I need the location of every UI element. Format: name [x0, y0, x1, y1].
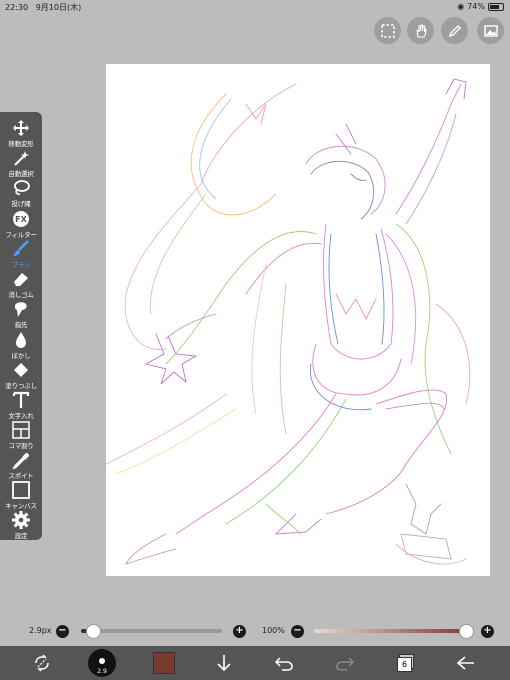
- tool-text[interactable]: 文字入れ: [0, 388, 42, 422]
- tool-blur[interactable]: ぼかし: [0, 328, 42, 362]
- layer-count: 6: [397, 657, 412, 672]
- move-icon: [13, 120, 29, 136]
- eye-icon: ◉: [457, 2, 465, 11]
- lasso-icon: [14, 180, 30, 195]
- status-time: 22:30: [5, 3, 29, 12]
- eraser-icon: [14, 273, 28, 286]
- status-date: 9月10日(木): [35, 3, 82, 12]
- pen-button[interactable]: [441, 17, 468, 44]
- gear-icon: [12, 511, 30, 529]
- tool-panel[interactable]: コマ割り: [0, 418, 42, 452]
- arrow-down-icon: [217, 655, 231, 672]
- status-bar: 22:30 9月10日(木) ◉ 74%: [0, 0, 510, 14]
- battery-percent: 74%: [467, 2, 485, 11]
- brush-preview-size: 2.9: [97, 668, 107, 675]
- brush-icon: [13, 240, 29, 256]
- magic-wand-icon: [14, 151, 29, 166]
- import-button[interactable]: [211, 650, 237, 676]
- redo-icon: [336, 657, 355, 671]
- transform-button[interactable]: [29, 650, 55, 676]
- undo-button[interactable]: [271, 650, 297, 676]
- selection-icon: [380, 23, 395, 38]
- tool-lasso[interactable]: 投げ縄: [0, 176, 42, 210]
- finger-icon: [15, 302, 27, 317]
- tool-settings[interactable]: 設定: [0, 508, 42, 542]
- hand-tool-icon: [415, 23, 427, 38]
- brush-size-slider[interactable]: [81, 629, 222, 633]
- opacity-label: 100%: [262, 626, 285, 635]
- tool-canvas[interactable]: キャンバス: [0, 478, 42, 512]
- fill-bucket-icon: [14, 363, 28, 377]
- opacity-decrease-button[interactable]: −: [291, 625, 304, 638]
- tool-brush[interactable]: ブラシ: [0, 237, 42, 271]
- redo-button[interactable]: [332, 650, 358, 676]
- current-color-swatch: [153, 652, 175, 674]
- color-button[interactable]: [151, 650, 177, 676]
- sketch-artwork: [106, 78, 471, 565]
- bottom-toolbar: 2.9 6: [0, 646, 510, 680]
- tool-filter[interactable]: FX フィルター: [0, 207, 42, 241]
- pen-icon: [448, 24, 461, 37]
- opacity-slider[interactable]: [314, 629, 470, 633]
- battery-icon: [488, 2, 504, 11]
- tool-finger[interactable]: 指先: [0, 297, 42, 331]
- layer-image-icon: [483, 24, 498, 37]
- tool-label: 設定: [14, 532, 28, 540]
- panel-icon: [12, 421, 30, 439]
- back-button[interactable]: [453, 650, 479, 676]
- tool-magic-wand[interactable]: 自動選択: [0, 146, 42, 180]
- brush-preview-button[interactable]: 2.9: [88, 649, 116, 677]
- drawing-canvas[interactable]: [106, 64, 490, 576]
- tool-palette: 移動変形 自動選択 投げ縄 FX フィルター ブラシ 消しゴム 指先 ぼかし 塗…: [0, 112, 42, 540]
- eyedropper-icon: [12, 453, 29, 469]
- brush-preview-dot: [99, 658, 105, 664]
- brush-size-slider-thumb[interactable]: [85, 623, 101, 639]
- opacity-slider-thumb[interactable]: [459, 623, 474, 639]
- selection-button[interactable]: [374, 17, 401, 44]
- text-icon: [12, 391, 30, 408]
- arrow-left-icon: [456, 656, 474, 670]
- layers-icon: 6: [396, 654, 414, 672]
- canvas-icon: [12, 481, 30, 499]
- brush-size-increase-button[interactable]: +: [233, 625, 246, 638]
- tool-fill[interactable]: 塗りつぶし: [0, 358, 42, 392]
- tool-eraser[interactable]: 消しゴム: [0, 267, 42, 301]
- tool-eyedropper[interactable]: スポイト: [0, 448, 42, 482]
- brush-size-decrease-button[interactable]: −: [56, 625, 69, 638]
- hand-tool-button[interactable]: [407, 17, 434, 44]
- layers-button[interactable]: 6: [392, 650, 418, 676]
- undo-icon: [274, 657, 293, 671]
- rotate-arrows-icon: [35, 654, 49, 672]
- blur-drop-icon: [16, 332, 26, 348]
- opacity-increase-button[interactable]: +: [481, 625, 494, 638]
- brush-size-label: 2.9px: [29, 626, 52, 635]
- brush-settings-bar: 2.9px − + 100% − +: [0, 620, 510, 642]
- tool-move[interactable]: 移動変形: [0, 116, 42, 150]
- fx-icon: FX: [13, 211, 29, 227]
- svg-text:FX: FX: [15, 215, 27, 224]
- layer-image-button[interactable]: [477, 17, 504, 44]
